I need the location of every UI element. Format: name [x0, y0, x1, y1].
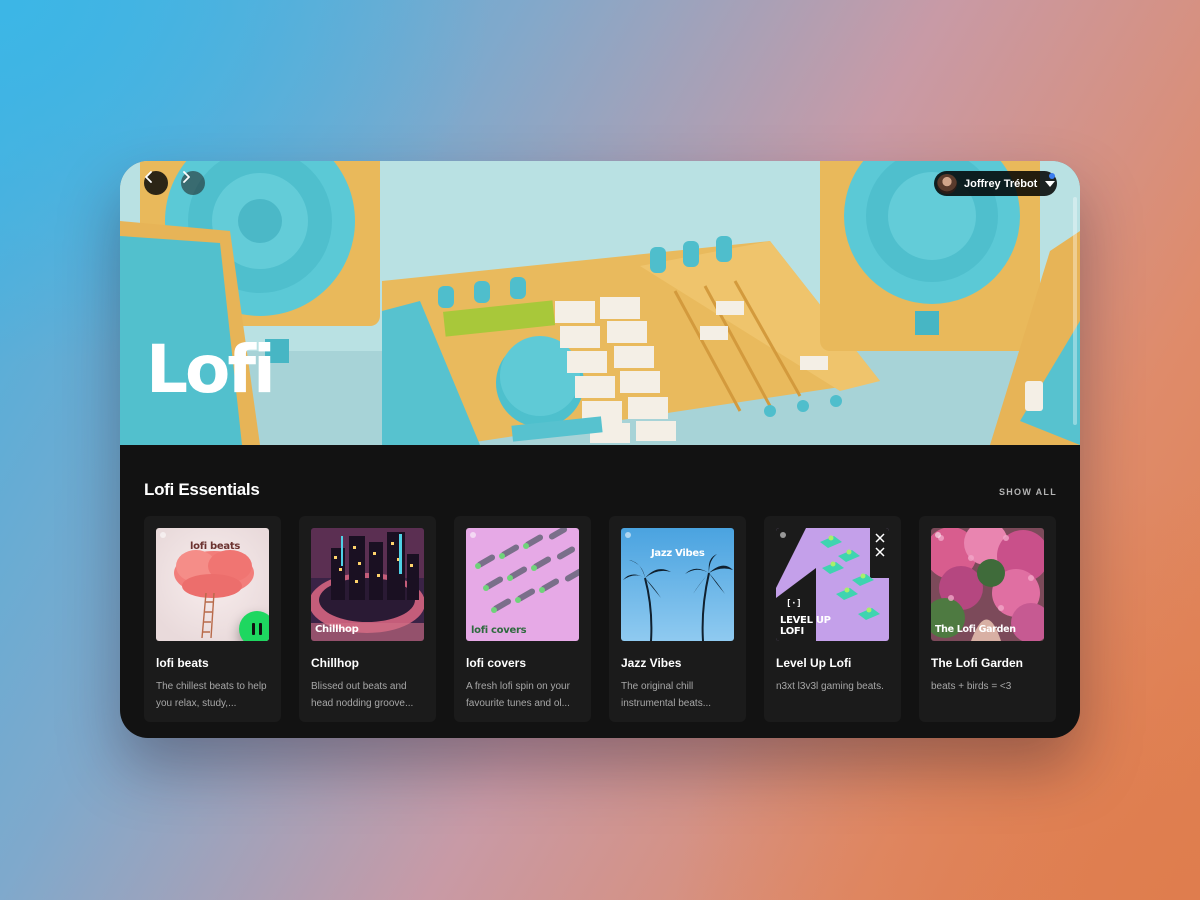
playlist-cover: [·] LEVEL UP LOFI: [776, 528, 889, 641]
playlist-card-the-lofi-garden[interactable]: The Lofi Garden The Lofi Garden beats + …: [919, 516, 1056, 722]
avatar: [937, 173, 957, 194]
pause-icon: [252, 623, 255, 635]
playlist-card-lofi-beats[interactable]: lofi beats lofi beats The chillest beats…: [144, 516, 281, 722]
page-title: Lofi: [146, 331, 276, 408]
user-menu-button[interactable]: Joffrey Trébot: [934, 171, 1057, 196]
playlist-card-jazz-vibes[interactable]: Jazz Vibes Jazz Vibes The original chill…: [609, 516, 746, 722]
playlist-card-chillhop[interactable]: Chillhop Chillhop Blissed out beats and …: [299, 516, 436, 722]
playlist-cover: The Lofi Garden: [931, 528, 1044, 641]
cover-text: The Lofi Garden: [935, 624, 1016, 635]
cover-badge: [·]: [786, 599, 802, 609]
card-description: A fresh lofi spin on your favourite tune…: [466, 681, 570, 709]
caret-down-icon: [1045, 180, 1056, 187]
chevron-left-icon: [145, 171, 152, 183]
hero-banner: Joffrey Trébot Lofi: [120, 161, 1080, 445]
notification-dot: [1049, 173, 1055, 179]
card-description: The original chill instrumental beats...: [621, 681, 712, 709]
cover-text: lofi covers: [471, 625, 527, 636]
cover-text: Chillhop: [315, 624, 359, 635]
cover-text: Jazz Vibes: [651, 548, 705, 559]
show-all-link[interactable]: SHOW ALL: [999, 487, 1057, 497]
section-title: Lofi Essentials: [144, 480, 260, 499]
spotify-icon: [935, 532, 941, 538]
nav-back-button[interactable]: [144, 171, 168, 195]
card-title: Jazz Vibes: [621, 656, 682, 670]
cover-text: lofi beats: [190, 541, 240, 552]
card-description: The chillest beats to help you relax, st…: [156, 681, 267, 709]
spotify-icon: [780, 532, 786, 538]
card-title: Chillhop: [311, 656, 359, 670]
playlist-card-level-up-lofi[interactable]: [·] LEVEL UP LOFI Level Up Lofi n3xt l3v…: [764, 516, 901, 722]
playlist-cover: lofi beats: [156, 528, 269, 641]
playlist-card-lofi-covers[interactable]: lofi covers lofi covers A fresh lofi spi…: [454, 516, 591, 722]
card-title: lofi beats: [156, 656, 209, 670]
spotify-icon: [160, 532, 166, 538]
playlist-cover: Jazz Vibes: [621, 528, 734, 641]
spotify-icon: [470, 532, 476, 538]
card-description: Blissed out beats and head nodding groov…: [311, 681, 414, 709]
app-window: Joffrey Trébot Lofi Lofi Essentials SHOW…: [120, 161, 1080, 738]
scrollbar[interactable]: [1073, 197, 1077, 425]
card-description: n3xt l3v3l gaming beats.: [776, 681, 884, 692]
chevron-right-icon: [183, 171, 190, 183]
cover-text: LEVEL UP LOFI: [780, 615, 831, 637]
spotify-icon: [625, 532, 631, 538]
card-title: lofi covers: [466, 656, 527, 670]
card-title: The Lofi Garden: [931, 656, 1024, 670]
pause-button[interactable]: [239, 611, 269, 641]
playlist-cover: lofi covers: [466, 528, 579, 641]
playlist-cover: Chillhop: [311, 528, 424, 641]
card-description: beats + birds = <3: [931, 681, 1012, 692]
user-name: Joffrey Trébot: [964, 177, 1038, 190]
nav-forward-button[interactable]: [181, 171, 205, 195]
card-title: Level Up Lofi: [776, 656, 852, 670]
